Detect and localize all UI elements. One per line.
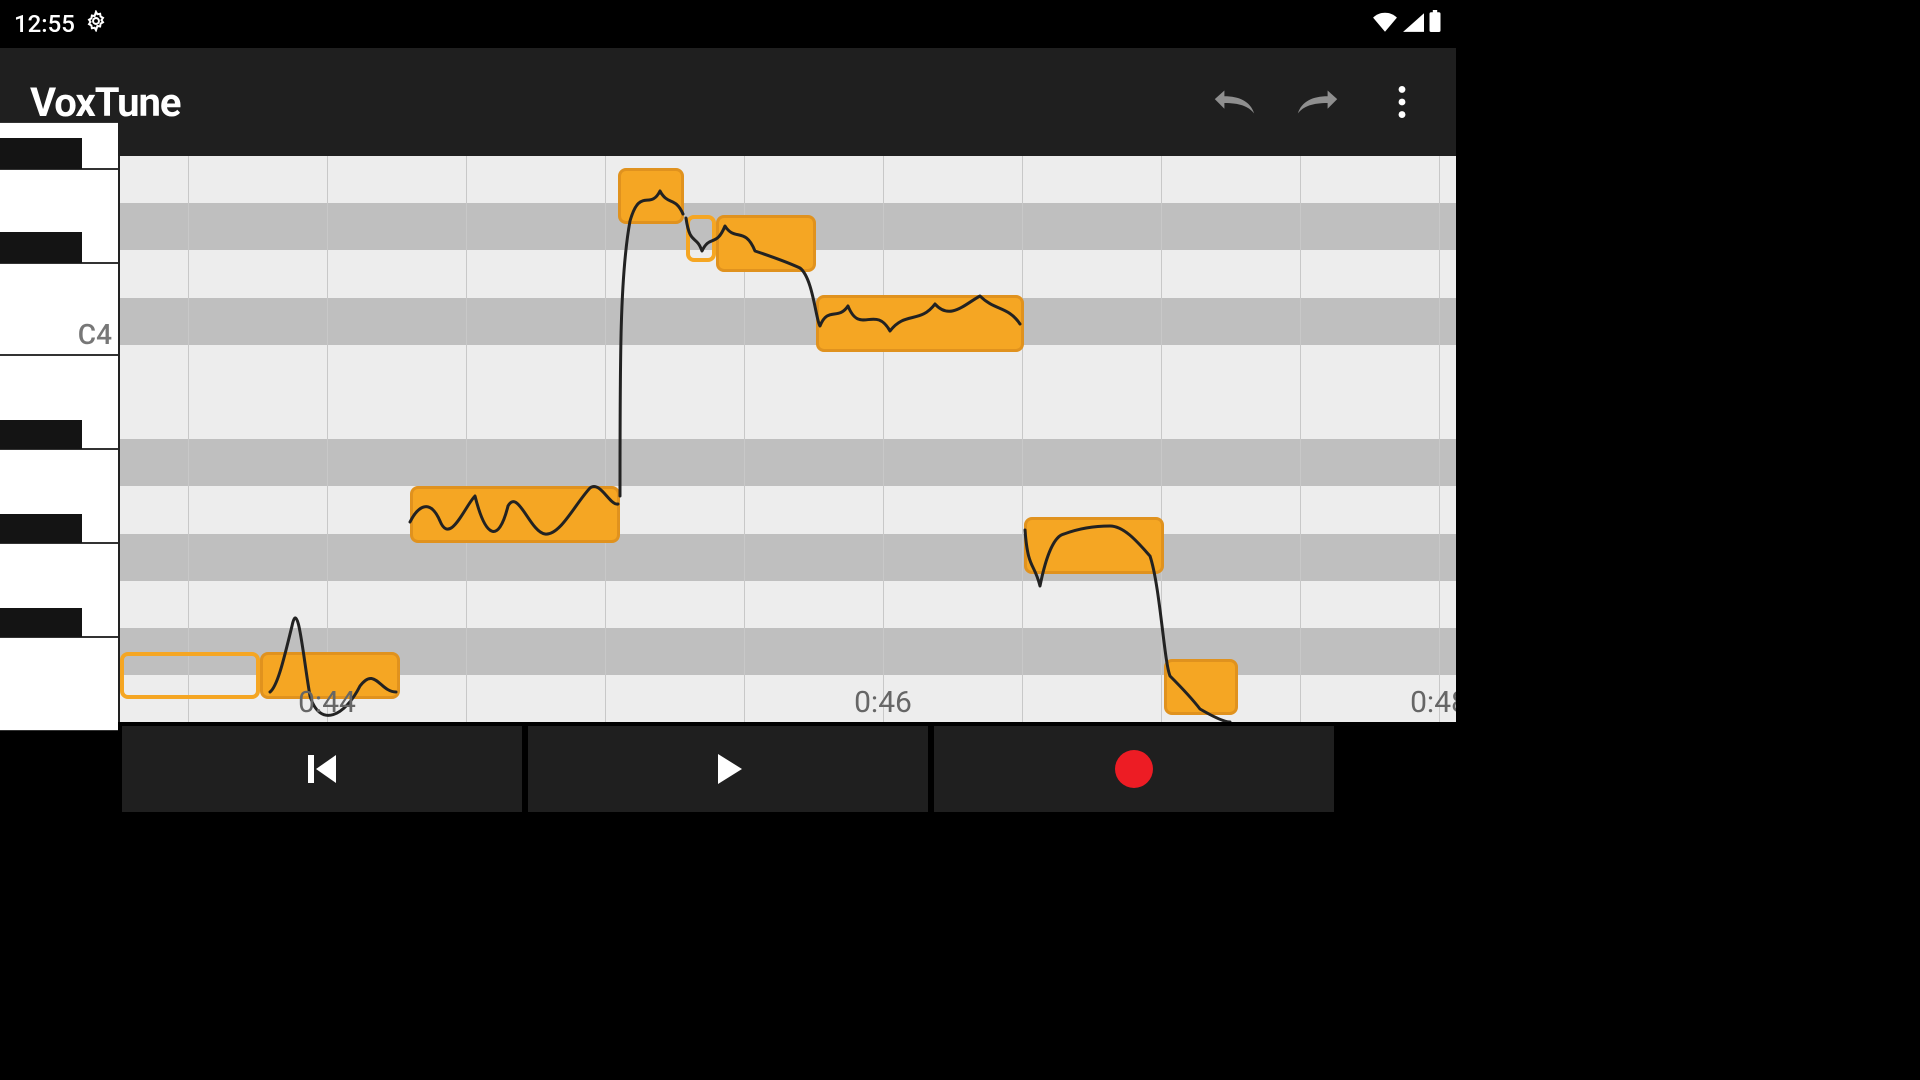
record-icon	[1115, 750, 1153, 788]
cellular-icon	[1402, 10, 1424, 38]
undo-button[interactable]	[1210, 78, 1258, 126]
grid-row	[120, 534, 1456, 581]
record-button[interactable]	[934, 726, 1334, 812]
time-label: 0:44	[298, 685, 356, 720]
time-label: 0:48	[1410, 685, 1456, 720]
pitch-note[interactable]	[1024, 517, 1164, 574]
status-clock: 12:55	[14, 10, 75, 38]
grid-vline	[1022, 156, 1023, 722]
pitch-note[interactable]	[1164, 659, 1238, 716]
app-bar: VoxTune	[0, 48, 1456, 156]
pitch-note[interactable]	[686, 215, 716, 262]
grid-row	[120, 486, 1456, 533]
pitch-note[interactable]	[816, 295, 1024, 352]
time-label: 0:46	[854, 685, 912, 720]
wifi-icon	[1372, 10, 1398, 38]
status-bar: 12:55	[0, 0, 1456, 48]
pitch-note[interactable]	[716, 215, 816, 272]
grid-row	[120, 156, 1456, 203]
grid-vline	[883, 156, 884, 722]
redo-button[interactable]	[1294, 78, 1342, 126]
grid-vline	[188, 156, 189, 722]
battery-icon	[1428, 10, 1442, 38]
pitch-editor[interactable]: C4 0:44 0:46 0:48	[0, 156, 1456, 722]
piano-white-key[interactable]	[0, 637, 118, 731]
pitch-note[interactable]	[410, 486, 620, 543]
grid-vline	[1161, 156, 1162, 722]
gear-icon	[85, 10, 107, 38]
more-button[interactable]	[1378, 78, 1426, 126]
grid-row	[120, 392, 1456, 439]
transport-bar	[0, 722, 1456, 816]
piano-keyboard[interactable]: C4	[0, 156, 120, 722]
grid-row	[120, 345, 1456, 392]
note-label-c4: C4	[78, 318, 112, 351]
pitch-grid[interactable]: 0:44 0:46 0:48	[120, 156, 1456, 722]
grid-vline	[1300, 156, 1301, 722]
play-button[interactable]	[528, 726, 928, 812]
pitch-note[interactable]	[120, 652, 260, 699]
grid-vline	[1439, 156, 1440, 722]
grid-row	[120, 298, 1456, 345]
grid-vline	[327, 156, 328, 722]
skip-previous-button[interactable]	[122, 726, 522, 812]
grid-vline	[605, 156, 606, 722]
app-title: VoxTune	[30, 79, 181, 126]
grid-row	[120, 439, 1456, 486]
grid-vline	[466, 156, 467, 722]
grid-row	[120, 581, 1456, 628]
pitch-note[interactable]	[618, 168, 684, 225]
